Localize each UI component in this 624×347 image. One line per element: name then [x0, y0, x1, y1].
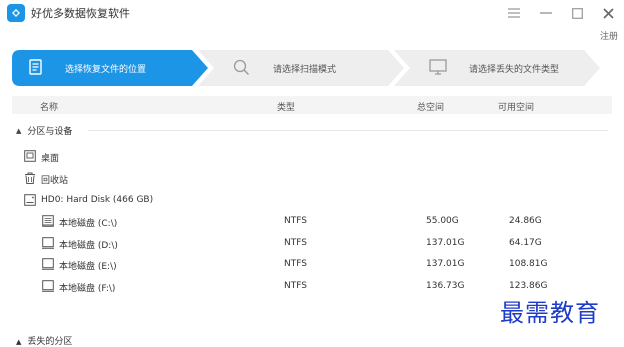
hard-disk-icon — [24, 194, 36, 209]
partition-free: 64.17G — [509, 238, 542, 248]
partition-name: 本地磁盘 (E:\) — [59, 262, 117, 272]
item-label: 桌面 — [41, 154, 60, 164]
menu-icon[interactable] — [503, 3, 525, 23]
app-title: 好优多数据恢复软件 — [31, 7, 130, 20]
partition-name: 本地磁盘 (D:\) — [59, 241, 118, 251]
partition-free: 24.86G — [509, 216, 542, 226]
column-free-space[interactable]: 可用空间 — [498, 100, 534, 113]
partition-total: 137.01G — [426, 259, 465, 269]
drive-icon — [42, 215, 54, 230]
recycle-bin-icon — [24, 172, 36, 187]
divider — [88, 130, 608, 131]
column-name[interactable]: 名称 — [40, 100, 58, 113]
register-link[interactable]: 注册 — [600, 29, 618, 42]
step-wizard: 选择恢复文件的位置 请选择扫描模式 请选择丢失的文件类型 — [12, 50, 612, 86]
partition-row[interactable]: 本地磁盘 (D:\) NTFS 137.01G 64.17G — [0, 235, 624, 251]
step-file-type[interactable]: 请选择丢失的文件类型 — [394, 50, 600, 86]
item-label: 回收站 — [41, 176, 69, 186]
step-scan-mode[interactable]: 请选择扫描模式 — [198, 50, 404, 86]
partition-total: 55.00G — [426, 216, 459, 226]
partition-type: NTFS — [284, 281, 307, 291]
drive-icon — [42, 237, 54, 252]
list-item-hard-disk[interactable]: HD0: Hard Disk (466 GB) — [0, 192, 624, 208]
search-icon — [233, 59, 250, 80]
partition-row[interactable]: 本地磁盘 (E:\) NTFS 137.01G 108.81G — [0, 256, 624, 272]
collapse-triangle-icon[interactable]: ▲ — [16, 127, 21, 135]
partition-free: 123.86G — [509, 281, 548, 291]
minimize-icon[interactable] — [535, 3, 557, 23]
section-partitions-devices[interactable]: ▲ 分区与设备 — [16, 124, 73, 138]
partition-row[interactable]: 本地磁盘 (C:\) NTFS 55.00G 24.86G — [0, 213, 624, 229]
step-label: 请选择扫描模式 — [273, 65, 337, 75]
monitor-icon — [429, 59, 447, 80]
partition-type: NTFS — [284, 259, 307, 269]
app-logo-icon — [7, 4, 25, 22]
partition-free: 108.81G — [509, 259, 548, 269]
partition-type: NTFS — [284, 238, 307, 248]
collapse-triangle-icon[interactable]: ▲ — [16, 338, 21, 346]
section-label: 丢失的分区 — [27, 337, 73, 347]
column-type[interactable]: 类型 — [277, 100, 295, 113]
watermark: 最需教育 — [500, 299, 600, 327]
title-bar: 好优多数据恢复软件 — [0, 0, 624, 26]
close-icon[interactable] — [597, 3, 619, 23]
document-icon — [29, 59, 43, 80]
drive-icon — [42, 258, 54, 273]
section-label: 分区与设备 — [27, 127, 73, 137]
desktop-icon — [24, 150, 36, 165]
partition-type: NTFS — [284, 216, 307, 226]
item-label: HD0: Hard Disk (466 GB) — [41, 195, 154, 205]
step-label: 请选择丢失的文件类型 — [469, 65, 560, 75]
list-item-recycle-bin[interactable]: 回收站 — [0, 170, 624, 186]
column-total-space[interactable]: 总空间 — [417, 100, 444, 113]
drive-icon — [42, 280, 54, 295]
partition-name: 本地磁盘 (F:\) — [59, 284, 116, 294]
table-header: 名称 类型 总空间 可用空间 — [12, 96, 612, 114]
step-label: 选择恢复文件的位置 — [65, 65, 147, 75]
partition-total: 136.73G — [426, 281, 465, 291]
partition-total: 137.01G — [426, 238, 465, 248]
step-select-location[interactable]: 选择恢复文件的位置 — [12, 50, 208, 86]
maximize-icon[interactable] — [566, 3, 588, 23]
partition-row[interactable]: 本地磁盘 (F:\) NTFS 136.73G 123.86G — [0, 278, 624, 294]
list-item-desktop[interactable]: 桌面 — [0, 148, 624, 164]
partition-name: 本地磁盘 (C:\) — [59, 219, 118, 229]
